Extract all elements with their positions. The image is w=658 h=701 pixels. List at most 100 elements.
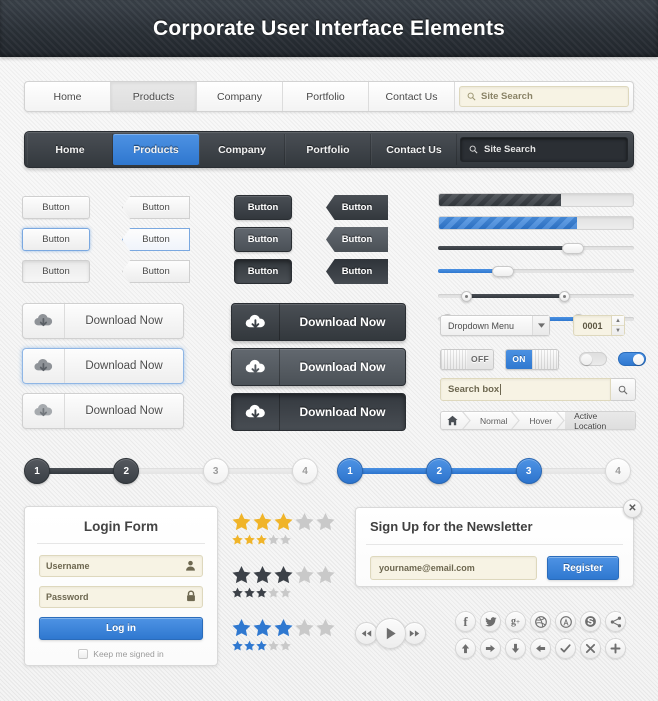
step-node-1[interactable]: 1: [337, 458, 363, 484]
breadcrumb: Normal Hover Active Location: [440, 411, 636, 430]
nav-dark-item-company[interactable]: Company: [199, 134, 285, 165]
download-button-dark-hover[interactable]: Download Now: [231, 348, 406, 386]
username-placeholder: Username: [46, 561, 90, 571]
switch-on[interactable]: ON: [505, 348, 559, 370]
search-widget: Search box: [440, 378, 636, 401]
arrow-down-icon[interactable]: [505, 638, 526, 659]
arrow-up-icon[interactable]: [455, 638, 476, 659]
close-x-icon[interactable]: [580, 638, 601, 659]
button-dark-pressed[interactable]: Button: [234, 259, 292, 284]
password-field[interactable]: Password: [39, 586, 203, 608]
button-arrow-light-pressed[interactable]: Button: [122, 260, 190, 283]
plus-icon[interactable]: [605, 638, 626, 659]
step-node-3[interactable]: 3: [515, 458, 542, 484]
range-handle-left[interactable]: [461, 290, 473, 302]
fast-forward-icon[interactable]: [403, 622, 426, 645]
star-icon: [253, 619, 272, 637]
search-submit-button[interactable]: [611, 378, 636, 401]
keep-signed-in-checkbox[interactable]: [78, 649, 89, 659]
breadcrumb-item-active[interactable]: Active Location: [565, 412, 635, 429]
star-icon: [256, 587, 267, 598]
nav-dark-item-contact-us[interactable]: Contact Us: [371, 134, 457, 165]
button-dark-hover[interactable]: Button: [234, 227, 292, 252]
slider-knob[interactable]: [562, 242, 585, 254]
skype-icon[interactable]: [580, 611, 601, 632]
download-button-light-pressed[interactable]: Download Now: [22, 393, 184, 429]
step-node-1[interactable]: 1: [24, 458, 50, 484]
range-handle-right[interactable]: [559, 290, 571, 302]
download-button-light-normal[interactable]: Download Now: [22, 303, 184, 339]
switch-off[interactable]: OFF: [440, 348, 494, 370]
dribbble-icon[interactable]: [530, 611, 551, 632]
slider-blue[interactable]: [438, 264, 634, 278]
nav-dark-item-home[interactable]: Home: [27, 134, 113, 165]
toggle-pill-on[interactable]: [618, 352, 646, 366]
android-icon[interactable]: [555, 611, 576, 632]
nav-light-item-products[interactable]: Products: [111, 82, 197, 111]
number-stepper[interactable]: 0001 ▲ ▼: [573, 315, 625, 336]
google-plus-icon[interactable]: g +: [505, 611, 526, 632]
nav-light-item-home[interactable]: Home: [25, 82, 111, 111]
step-node-3[interactable]: 3: [202, 458, 229, 484]
twitter-icon[interactable]: [480, 611, 501, 632]
rating-stars-large[interactable]: [232, 618, 335, 637]
stepper-increment[interactable]: ▲: [612, 316, 624, 326]
nav-light-item-contact-us[interactable]: Contact Us: [369, 82, 455, 111]
newsletter-email-placeholder: yourname@email.com: [379, 563, 475, 573]
rating-stars-small[interactable]: [232, 534, 335, 545]
button-arrow-dark-hover[interactable]: Button: [326, 227, 388, 252]
button-dark-normal[interactable]: Button: [234, 195, 292, 220]
download-button-dark-pressed[interactable]: Download Now: [231, 393, 406, 431]
download-button-dark-normal[interactable]: Download Now: [231, 303, 406, 341]
star-icon: [232, 640, 243, 651]
slider-knob[interactable]: [491, 265, 514, 277]
breadcrumb-item-hover[interactable]: Hover: [520, 412, 556, 429]
nav-light-item-portfolio[interactable]: Portfolio: [283, 82, 369, 111]
nav-light-item-company[interactable]: Company: [197, 82, 283, 111]
media-controls: [355, 618, 426, 649]
rating-stars-small[interactable]: [232, 640, 335, 651]
button-light-normal[interactable]: Button: [22, 196, 90, 219]
arrow-right-icon[interactable]: [480, 638, 501, 659]
toggle-pill-off[interactable]: [579, 352, 607, 366]
search-icon: [469, 145, 478, 154]
download-button-light-focus[interactable]: Download Now: [22, 348, 184, 384]
button-light-pressed[interactable]: Button: [22, 260, 90, 283]
button-arrow-dark-normal[interactable]: Button: [326, 195, 388, 220]
range-slider-dark[interactable]: [438, 289, 634, 303]
share-icon[interactable]: [605, 611, 626, 632]
stepper-decrement[interactable]: ▼: [612, 326, 624, 335]
arrow-left-icon[interactable]: [530, 638, 551, 659]
keep-signed-in-label: Keep me signed in: [93, 649, 164, 659]
newsletter-email-input[interactable]: yourname@email.com: [370, 556, 537, 580]
step-node-4[interactable]: 4: [291, 458, 318, 484]
check-icon[interactable]: [555, 638, 576, 659]
dropdown-menu[interactable]: Dropdown Menu: [440, 315, 550, 336]
chevron-down-icon[interactable]: [532, 316, 549, 335]
rating-stars-small[interactable]: [232, 587, 335, 598]
step-node-4[interactable]: 4: [604, 458, 631, 484]
breadcrumb-item-normal[interactable]: Normal: [471, 412, 511, 429]
nav-dark-search-input[interactable]: Site Search: [460, 137, 628, 162]
step-node-2[interactable]: 2: [426, 458, 453, 484]
search-input[interactable]: Search box: [440, 378, 611, 401]
play-icon[interactable]: [375, 618, 406, 649]
rating-stars-large[interactable]: [232, 565, 335, 584]
button-arrow-light-normal[interactable]: Button: [122, 196, 190, 219]
facebook-icon[interactable]: f: [455, 611, 476, 632]
nav-dark-item-portfolio[interactable]: Portfolio: [285, 134, 371, 165]
button-light-focus[interactable]: Button: [22, 228, 90, 251]
close-icon[interactable]: ✕: [623, 499, 642, 518]
username-field[interactable]: Username: [39, 555, 203, 577]
step-node-2[interactable]: 2: [113, 458, 140, 484]
step-indicator-blue: 1 2 3 4: [337, 458, 631, 484]
nav-light-search-input[interactable]: Site Search: [459, 86, 629, 107]
button-arrow-dark-pressed[interactable]: Button: [326, 259, 388, 284]
breadcrumb-home[interactable]: [441, 412, 462, 429]
newsletter-register-button[interactable]: Register: [547, 556, 619, 580]
slider-dark[interactable]: [438, 241, 634, 255]
rating-stars-large[interactable]: [232, 512, 335, 531]
login-submit-button[interactable]: Log in: [39, 617, 203, 640]
nav-dark-item-products[interactable]: Products: [113, 134, 199, 165]
button-arrow-light-focus[interactable]: Button: [122, 228, 190, 251]
